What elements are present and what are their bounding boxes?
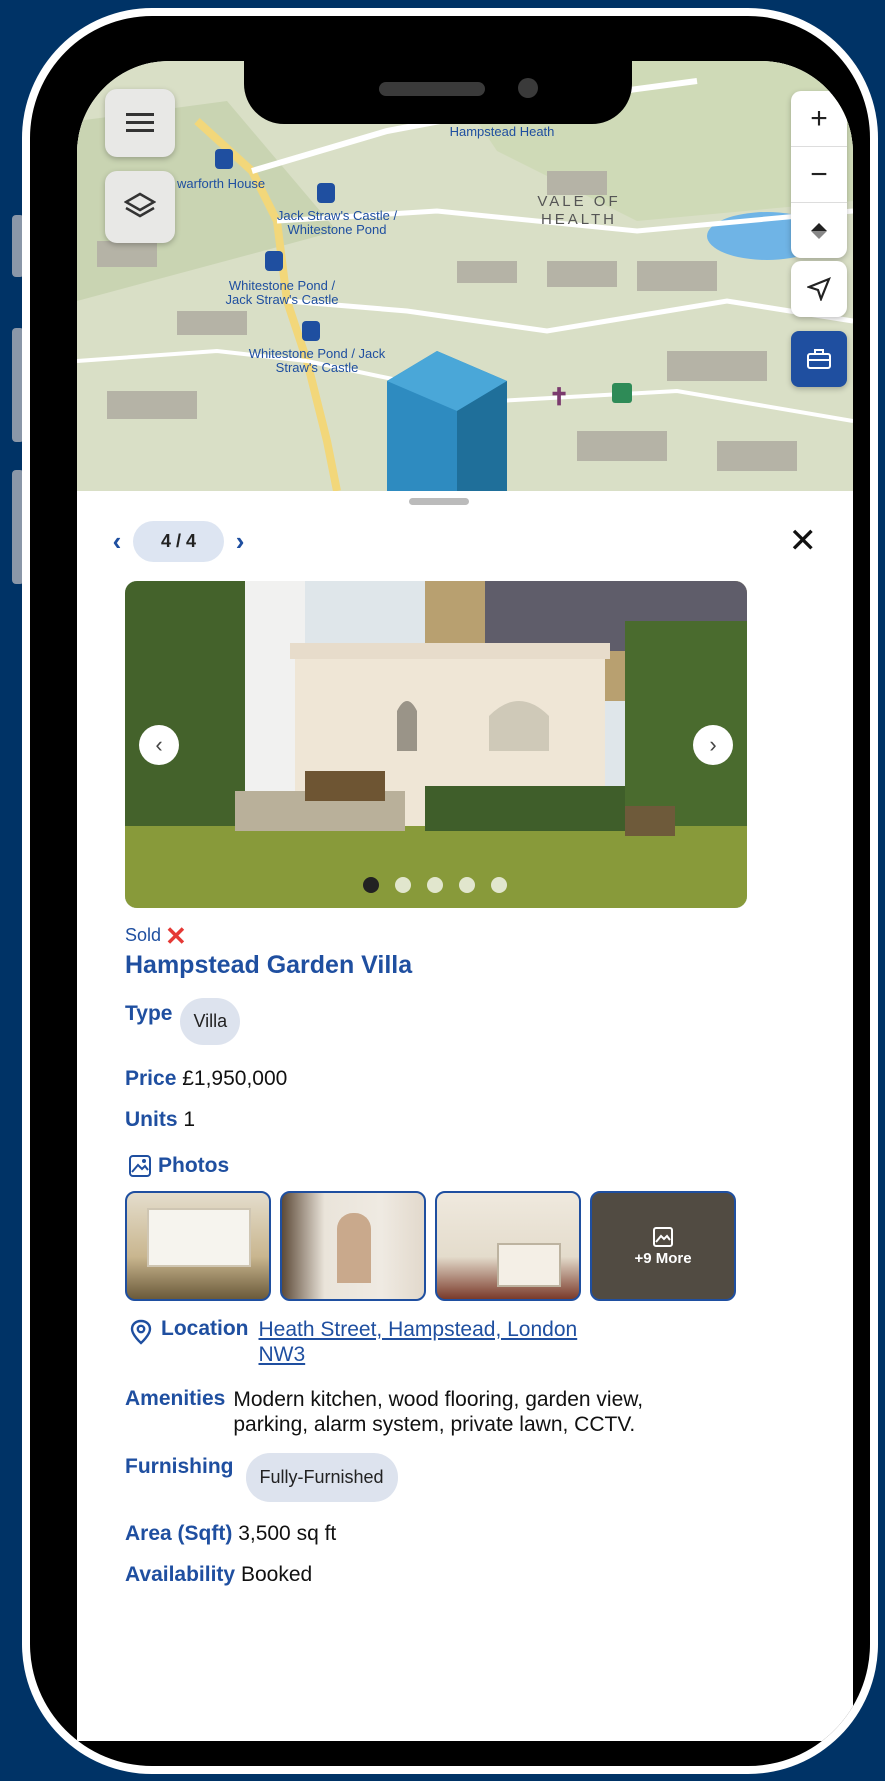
price-row: Price £1,950,000: [125, 1067, 287, 1091]
carousel-dot[interactable]: [459, 877, 475, 893]
location-label: Location: [161, 1317, 249, 1340]
amenities-label: Amenities: [125, 1387, 226, 1410]
carousel-prev-button[interactable]: ‹: [139, 725, 179, 765]
amenities-value: Modern kitchen, wood flooring, garden vi…: [233, 1387, 643, 1437]
area-row: Area (Sqft) 3,500 sq ft: [125, 1522, 336, 1546]
units-value: 1: [183, 1108, 196, 1131]
furnishing-row: Furnishing Fully-Furnished: [125, 1453, 398, 1502]
map-label-house: warforth House: [177, 176, 266, 191]
carousel-dots: [363, 877, 507, 893]
area-label: Area (Sqft): [125, 1522, 233, 1545]
type-chip: Villa: [180, 998, 241, 1045]
compass-icon: [811, 222, 827, 239]
photo-thumbnail-more[interactable]: +9 More: [590, 1191, 736, 1301]
close-icon[interactable]: ✕: [789, 521, 818, 561]
briefcase-button[interactable]: [791, 331, 847, 387]
status-row: Sold ✕: [125, 920, 187, 951]
price-label: Price: [125, 1067, 177, 1090]
status-label: Sold: [125, 925, 162, 945]
photo-carousel[interactable]: ‹ ›: [125, 581, 747, 908]
map-label-vale-of-health: VALE OF HEALTH: [537, 193, 621, 228]
carousel-dot[interactable]: [427, 877, 443, 893]
more-overlay: +9 More: [592, 1193, 734, 1299]
photo-icon: [129, 1155, 151, 1177]
area-value: 3,500 sq ft: [238, 1522, 337, 1545]
locate-button[interactable]: [791, 261, 847, 317]
carousel-next-button[interactable]: ›: [693, 725, 733, 765]
amenities-line-1: Modern kitchen, wood flooring, garden vi…: [233, 1388, 644, 1411]
type-row: Type Villa: [125, 998, 241, 1045]
more-photos-label: +9 More: [634, 1249, 692, 1267]
app-screen: Hampstead Heath warforth House Jack Stra…: [77, 61, 853, 1741]
zoom-in-button[interactable]: +: [791, 91, 847, 147]
location-line-1: Heath Street, Hampstead, London: [258, 1318, 578, 1341]
carousel-dot[interactable]: [395, 877, 411, 893]
villa-photo: [125, 581, 747, 908]
speaker: [379, 82, 485, 96]
property-pager: ‹ 4 / 4 ›: [105, 521, 252, 562]
bus-stop-icon[interactable]: [265, 251, 283, 271]
photo-thumbnail[interactable]: [435, 1191, 581, 1301]
compass-button[interactable]: [791, 203, 847, 258]
zoom-out-button[interactable]: −: [791, 147, 847, 203]
amenities-row: Amenities Modern kitchen, wood flooring,…: [125, 1387, 643, 1437]
units-row: Units 1: [125, 1108, 195, 1132]
location-arrow-icon: [807, 277, 831, 301]
photo-thumbnail[interactable]: [125, 1191, 271, 1301]
thumb-fireplace: [497, 1243, 561, 1287]
sold-x-icon: ✕: [165, 920, 187, 951]
location-pin-icon: [130, 1319, 152, 1345]
thumb-doorway: [337, 1213, 371, 1283]
map-controls: + −: [791, 91, 847, 258]
location-line-2: NW3: [258, 1343, 306, 1366]
map-label-hampstead-heath: Hampstead Heath: [449, 124, 555, 139]
photos-label: Photos: [158, 1154, 230, 1177]
carousel-dot[interactable]: [363, 877, 379, 893]
gallery-icon: [653, 1226, 673, 1247]
pager-count: 4 / 4: [133, 521, 225, 562]
map-label-whitestone-1: Whitestone Pond / Jack Straw's Castle: [225, 278, 339, 307]
photos-header: Photos: [125, 1154, 229, 1178]
briefcase-icon: [807, 349, 831, 369]
units-label: Units: [125, 1108, 178, 1131]
photo-thumbnails: +9 More: [125, 1191, 736, 1301]
carousel-dot[interactable]: [491, 877, 507, 893]
price-value: £1,950,000: [182, 1067, 288, 1090]
type-label: Type: [125, 1002, 173, 1025]
phone-notch: [244, 56, 632, 124]
layers-button[interactable]: [105, 171, 175, 243]
bus-stop-icon[interactable]: [215, 149, 233, 169]
layers-icon: [124, 192, 156, 218]
thumb-window: [147, 1208, 251, 1267]
menu-button[interactable]: [105, 89, 175, 157]
map-label-jack-straws: Jack Straw's Castle / Whitestone Pond: [276, 208, 398, 237]
availability-value: Booked: [240, 1563, 313, 1586]
availability-row: Availability Booked: [125, 1563, 312, 1587]
chevron-right-icon[interactable]: ›: [228, 526, 252, 557]
front-camera: [518, 78, 538, 98]
photo-thumbnail[interactable]: [280, 1191, 426, 1301]
map-label-whitestone-2: Whitestone Pond / Jack Straw's Castle: [248, 346, 386, 375]
poi-icon: [612, 383, 632, 403]
furnishing-label: Furnishing: [125, 1455, 234, 1478]
sheet-drag-handle[interactable]: [409, 498, 469, 505]
location-link[interactable]: Heath Street, Hampstead, London NW3: [259, 1317, 578, 1367]
hamburger-icon: [126, 113, 154, 132]
furnishing-chip: Fully-Furnished: [245, 1453, 398, 1502]
map-view[interactable]: Hampstead Heath warforth House Jack Stra…: [77, 61, 853, 491]
availability-label: Availability: [125, 1563, 236, 1586]
location-row: Location Heath Street, Hampstead, London…: [125, 1317, 577, 1367]
chevron-left-icon[interactable]: ‹: [105, 526, 129, 557]
bus-stop-icon[interactable]: [302, 321, 320, 341]
property-title: Hampstead Garden Villa: [125, 951, 413, 979]
bus-stop-icon[interactable]: [317, 183, 335, 203]
phone-bezel: Hampstead Heath warforth House Jack Stra…: [30, 16, 870, 1766]
church-icon: ✝: [549, 384, 570, 411]
amenities-line-2: parking, alarm system, private lawn, CCT…: [233, 1413, 636, 1436]
